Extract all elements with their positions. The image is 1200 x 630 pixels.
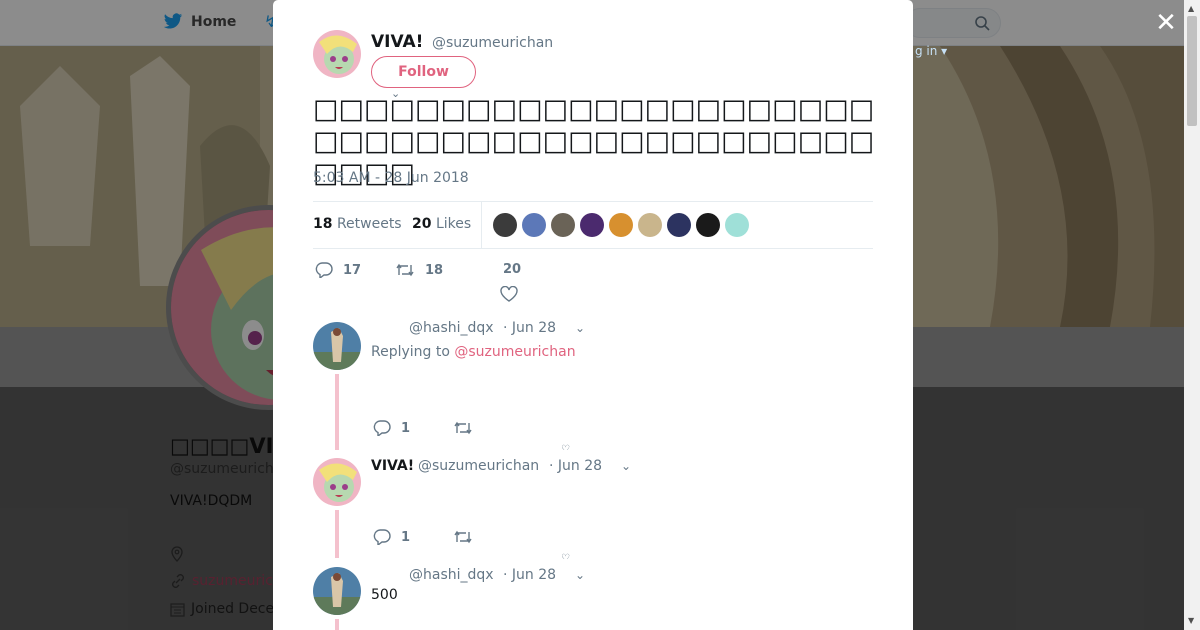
liker-avatars bbox=[493, 213, 749, 237]
reply-reply-action[interactable]: 1 bbox=[373, 529, 410, 545]
reply-reply-count: 1 bbox=[401, 529, 411, 545]
retweet-icon bbox=[395, 262, 415, 278]
like-count: 20 bbox=[503, 262, 522, 277]
liker-avatar[interactable] bbox=[551, 213, 575, 237]
liker-avatar[interactable] bbox=[580, 213, 604, 237]
reply-reply-action[interactable]: 1 bbox=[373, 420, 410, 436]
likes-count: 20 bbox=[412, 216, 432, 232]
author-handle[interactable]: @suzumeurichan bbox=[432, 35, 553, 51]
like-action[interactable]: 20 bbox=[503, 262, 521, 277]
retweet-icon bbox=[453, 529, 473, 545]
heart-icon[interactable]: ♡ bbox=[561, 553, 570, 559]
replying-prefix: Replying to bbox=[371, 344, 450, 360]
thread-line bbox=[335, 374, 339, 450]
reply-icon bbox=[373, 529, 391, 545]
reply-author-handle[interactable]: @suzumeurichan bbox=[418, 458, 539, 474]
reply-author-name[interactable]: VIVA! bbox=[371, 458, 414, 474]
reply-tweet[interactable]: @hashi_dqx · Jun 28 ⌄ Replying to @suzum… bbox=[313, 320, 873, 450]
replying-to: Replying to @suzumeurichan bbox=[371, 344, 576, 360]
chevron-down-icon[interactable]: ⌄ bbox=[575, 321, 585, 335]
tweet-stats: 18 Retweets 20 Likes bbox=[313, 201, 873, 249]
chevron-down-icon[interactable]: ⌄ bbox=[575, 568, 585, 582]
reply-avatar[interactable] bbox=[313, 458, 361, 506]
reply-avatar[interactable] bbox=[313, 322, 361, 370]
reply-icon bbox=[373, 420, 391, 436]
retweets-count: 18 bbox=[313, 216, 333, 232]
retweets-stat[interactable]: 18 Retweets bbox=[313, 216, 402, 232]
retweet-icon bbox=[453, 420, 473, 436]
scrollbar-thumb[interactable] bbox=[1187, 16, 1197, 126]
retweet-action[interactable]: 18 bbox=[395, 262, 443, 278]
liker-avatar[interactable] bbox=[638, 213, 662, 237]
likes-stat[interactable]: 20 Likes bbox=[412, 216, 471, 232]
likes-label: Likes bbox=[435, 216, 472, 232]
heart-icon[interactable]: ♡ bbox=[561, 444, 570, 450]
liker-avatar[interactable] bbox=[725, 213, 749, 237]
chevron-down-icon[interactable]: ⌄ bbox=[621, 459, 631, 473]
close-icon[interactable]: ✕ bbox=[1154, 10, 1178, 36]
retweets-label: Retweets bbox=[336, 216, 402, 232]
liker-avatar[interactable] bbox=[667, 213, 691, 237]
author-avatar[interactable] bbox=[313, 30, 361, 78]
retweet-count: 18 bbox=[425, 262, 444, 278]
reply-author-handle[interactable]: @hashi_dqx bbox=[409, 567, 494, 583]
reply-text: 500 bbox=[371, 587, 398, 603]
tweet-timestamp[interactable]: 5:03 AM - 28 Jun 2018 bbox=[313, 170, 469, 186]
reply-action[interactable]: 17 bbox=[315, 262, 361, 278]
page-scrollbar[interactable]: ▲ ▼ bbox=[1184, 0, 1200, 630]
scroll-down-icon[interactable]: ▼ bbox=[1188, 616, 1194, 625]
reply-time[interactable]: · Jun 28 bbox=[549, 458, 602, 474]
reply-avatar[interactable] bbox=[313, 567, 361, 615]
heart-icon[interactable] bbox=[500, 286, 518, 302]
login-hint[interactable]: g in ▾ bbox=[915, 44, 947, 58]
thread-line bbox=[335, 619, 339, 630]
liker-avatar[interactable] bbox=[696, 213, 720, 237]
reply-tweet[interactable]: VIVA! @suzumeurichan · Jun 28 ⌄ 1 ♡ bbox=[313, 458, 873, 559]
reply-retweet-action[interactable] bbox=[453, 529, 473, 545]
liker-avatar[interactable] bbox=[609, 213, 633, 237]
reply-time[interactable]: · Jun 28 bbox=[503, 567, 556, 583]
scroll-up-icon[interactable]: ▲ bbox=[1188, 4, 1194, 13]
reply-retweet-action[interactable] bbox=[453, 420, 473, 436]
reply-count: 17 bbox=[343, 262, 362, 278]
author-name[interactable]: VIVA! bbox=[371, 32, 423, 52]
reply-author-handle[interactable]: @hashi_dqx bbox=[409, 320, 494, 336]
liker-avatar[interactable] bbox=[493, 213, 517, 237]
thread-line bbox=[335, 510, 339, 558]
replying-to-link[interactable]: @suzumeurichan bbox=[454, 344, 575, 360]
reply-icon bbox=[315, 262, 333, 278]
tweet-modal: VIVA! @suzumeurichan Follow ⌄ □□□□□□□□□□… bbox=[273, 0, 913, 630]
stats-divider bbox=[481, 202, 482, 248]
reply-tweet[interactable]: @hashi_dqx · Jun 28 ⌄ 500 bbox=[313, 567, 873, 630]
reply-reply-count: 1 bbox=[401, 420, 411, 436]
liker-avatar[interactable] bbox=[522, 213, 546, 237]
follow-button[interactable]: Follow bbox=[371, 56, 476, 88]
reply-time[interactable]: · Jun 28 bbox=[503, 320, 556, 336]
